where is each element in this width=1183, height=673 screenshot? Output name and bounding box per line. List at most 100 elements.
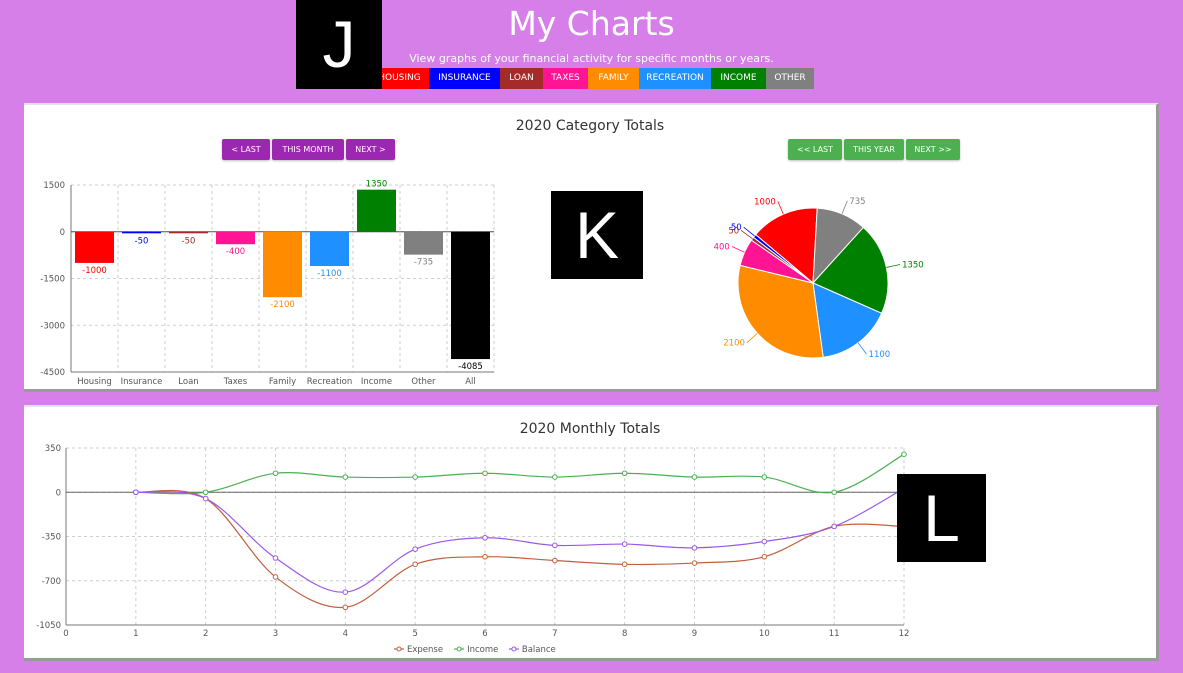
category-loan[interactable]: LOAN: [500, 68, 543, 89]
x-tick-label: 0: [63, 629, 68, 639]
data-point: [691, 560, 698, 566]
page-title: My Charts: [508, 4, 675, 43]
y-tick-label: 0: [60, 228, 65, 238]
marker-k: K: [551, 191, 643, 279]
data-point: [552, 557, 558, 564]
this-year-button[interactable]: THIS YEAR: [844, 139, 904, 160]
bar-value-label: 1350: [366, 180, 388, 190]
data-point: [831, 523, 837, 530]
year-last-button[interactable]: << LAST: [788, 139, 842, 160]
y-tick-label: -3000: [40, 321, 65, 331]
category-income[interactable]: INCOME: [711, 68, 766, 89]
legend-label: Expense: [407, 645, 443, 655]
x-tick-label: Family: [269, 377, 296, 387]
pie-slice-label: 735: [849, 197, 865, 207]
category-pie-chart: 1000 7351350110021004005050: [714, 197, 924, 360]
bar-value-label: -400: [226, 247, 245, 257]
data-point: [691, 474, 698, 480]
category-taxes[interactable]: TAXES: [543, 68, 588, 89]
bar-value-label: -1000: [82, 266, 107, 276]
bar-value-label: -2100: [270, 300, 295, 310]
bar-value-label: -735: [414, 258, 433, 268]
data-point: [272, 574, 279, 580]
pie-label-line: [746, 332, 758, 343]
pie-slice-label: 1100: [869, 350, 891, 360]
legend-label: Balance: [522, 645, 556, 655]
bar: [310, 231, 349, 267]
data-point: [621, 541, 628, 547]
marker-l: L: [897, 474, 986, 562]
x-tick-label: 9: [692, 629, 697, 639]
y-tick-label: -1050: [36, 621, 61, 631]
x-tick-label: 8: [622, 629, 627, 639]
x-tick-label: 1: [133, 629, 138, 639]
legend-marker: [456, 646, 462, 652]
pie-label-line: [740, 230, 753, 240]
x-tick-label: Loan: [178, 377, 198, 387]
data-point: [342, 589, 349, 595]
pie-slice-label: 1350: [902, 261, 924, 271]
data-point: [412, 474, 418, 480]
bar: [122, 231, 161, 234]
data-point: [342, 474, 349, 480]
category-legend-bar: HOUSING INSURANCE LOAN TAXES FAMILY RECR…: [370, 68, 814, 89]
data-point: [412, 561, 418, 568]
data-point: [272, 555, 279, 561]
bar-value-label: -50: [182, 236, 196, 246]
y-tick-label: -350: [42, 533, 61, 543]
data-point: [133, 489, 139, 496]
y-tick-label: -4500: [40, 368, 65, 378]
marker-j: J: [296, 0, 382, 89]
year-next-button[interactable]: NEXT >>: [906, 139, 960, 160]
bar-value-label: -4085: [458, 362, 483, 372]
x-tick-label: 5: [412, 629, 417, 639]
bar-value-label: -1100: [317, 269, 342, 279]
pie-slice-label: 400: [714, 242, 730, 252]
data-point: [621, 561, 628, 568]
data-point: [342, 604, 349, 611]
bar: [263, 231, 302, 298]
data-point: [412, 546, 418, 552]
x-tick-label: Other: [411, 377, 436, 387]
x-tick-label: Income: [361, 377, 392, 387]
category-recreation[interactable]: RECREATION: [639, 68, 711, 89]
data-point: [552, 474, 558, 480]
legend-marker: [511, 646, 517, 652]
pie-label-line: [731, 246, 745, 253]
page-subtitle: View graphs of your financial activity f…: [409, 52, 774, 65]
bar: [451, 231, 490, 360]
data-point: [202, 495, 209, 502]
pie-label-line: [886, 264, 901, 268]
data-point: [552, 542, 558, 549]
x-tick-label: 10: [759, 629, 770, 639]
bar-value-label: -50: [135, 236, 149, 246]
x-tick-label: 12: [899, 629, 910, 639]
data-point: [761, 538, 768, 545]
y-tick-label: -700: [42, 577, 61, 587]
data-point: [761, 553, 768, 560]
monthly-totals-panel: 2020 Monthly Totals 350 0 -350 -700 -1050 0 1 2…: [24, 405, 1159, 661]
y-tick-label: 0: [56, 488, 61, 498]
data-point: [202, 489, 209, 496]
data-point: [482, 470, 488, 477]
y-tick-label: 1500: [43, 181, 65, 191]
pie-label-line: [743, 226, 755, 237]
monthly-line-chart: 3500-350-700-10500 1 2 3 4 5 6 7 8 9 10 11 12Expense…: [36, 444, 910, 655]
x-tick-label: Recreation: [307, 377, 352, 387]
bar: [357, 189, 396, 232]
series-line-balance: [135, 487, 905, 593]
legend-marker: [396, 646, 402, 652]
data-point: [272, 470, 279, 477]
x-tick-label: All: [465, 377, 476, 387]
category-insurance[interactable]: INSURANCE: [429, 68, 500, 89]
x-tick-label: Housing: [77, 377, 112, 387]
x-tick-label: 3: [273, 629, 278, 639]
data-point: [831, 489, 837, 496]
series-line-expense: [135, 489, 905, 609]
data-point: [691, 545, 698, 551]
category-family[interactable]: FAMILY: [588, 68, 639, 89]
data-point: [621, 470, 628, 477]
category-bar-chart: 1500 0 -1500 -3000 -4500 -1000 Housing -50 Insur…: [40, 180, 495, 387]
category-other[interactable]: OTHER: [766, 68, 814, 89]
data-point: [482, 534, 488, 541]
